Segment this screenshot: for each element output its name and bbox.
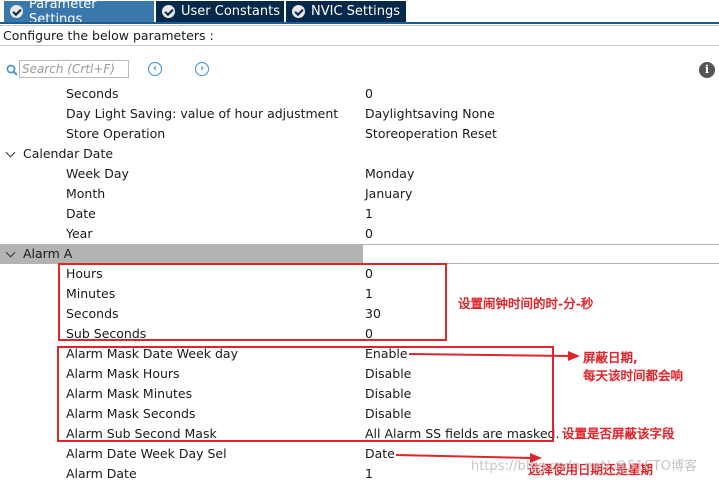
watermark: https://blog.csdn.net/ @51CTO博客 [471,459,697,474]
annotation-arrows [395,351,580,463]
